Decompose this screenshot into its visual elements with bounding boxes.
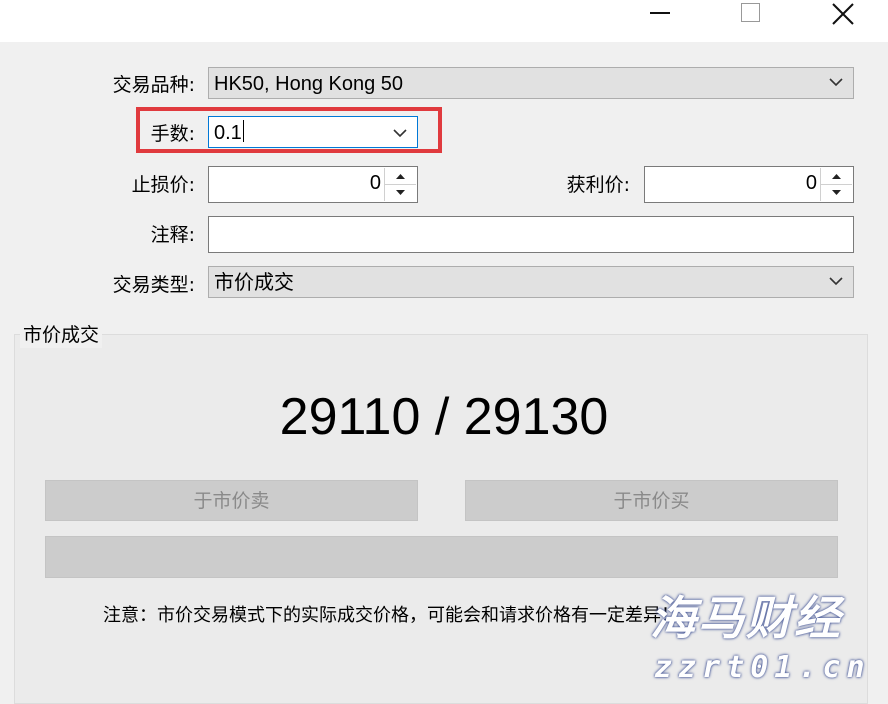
takeprofit-increment-button[interactable] — [821, 168, 852, 185]
comment-label: 注释: — [150, 224, 195, 246]
sell-at-market-button[interactable]: 于市价卖 — [45, 480, 418, 521]
minimize-button[interactable] — [637, 0, 683, 30]
bid-ask-price: 29110 / 29130 — [279, 388, 609, 446]
takeprofit-spinner[interactable]: 0 — [644, 166, 854, 203]
order-type-select[interactable]: 市价成交 — [208, 266, 854, 298]
stoploss-label: 止损价: — [131, 174, 195, 196]
chevron-down-icon — [829, 277, 843, 286]
status-bar — [45, 536, 838, 578]
takeprofit-decrement-button[interactable] — [821, 185, 852, 201]
comment-input[interactable] — [208, 216, 854, 253]
watermark-url: zzrt01.cn — [654, 650, 871, 685]
maximize-button[interactable] — [727, 0, 773, 30]
watermark-title: 海马财经 — [650, 591, 842, 645]
order-type-label: 交易类型: — [112, 274, 195, 296]
watermark: 海马财经 zzrt01.cn — [644, 592, 888, 693]
execution-note: 注意：市价交易模式下的实际成交价格，可能会和请求价格有一定差异！ — [103, 605, 679, 626]
takeprofit-label: 获利价: — [566, 174, 630, 196]
market-group-title: 市价成交 — [20, 322, 103, 348]
arrow-down-icon — [396, 190, 405, 195]
buy-at-market-button[interactable]: 于市价买 — [465, 480, 838, 521]
chevron-down-icon — [829, 78, 843, 87]
close-button[interactable] — [820, 0, 866, 30]
stoploss-decrement-button[interactable] — [385, 185, 416, 201]
close-icon — [832, 3, 854, 25]
arrow-up-icon — [396, 174, 405, 179]
symbol-label: 交易品种: — [112, 74, 195, 96]
arrow-up-icon — [832, 174, 841, 179]
stoploss-value: 0 — [369, 172, 381, 194]
order-type-value: 市价成交 — [214, 270, 294, 294]
stoploss-spinner[interactable]: 0 — [208, 166, 418, 203]
spinner-arrows — [384, 168, 416, 201]
title-bar — [0, 0, 888, 42]
symbol-select[interactable]: HK50, Hong Kong 50 — [208, 67, 854, 99]
volume-highlight-box — [136, 107, 442, 153]
arrow-down-icon — [832, 190, 841, 195]
symbol-value: HK50, Hong Kong 50 — [214, 73, 404, 95]
takeprofit-value: 0 — [805, 172, 817, 194]
spinner-arrows — [820, 168, 852, 201]
stoploss-increment-button[interactable] — [385, 168, 416, 185]
